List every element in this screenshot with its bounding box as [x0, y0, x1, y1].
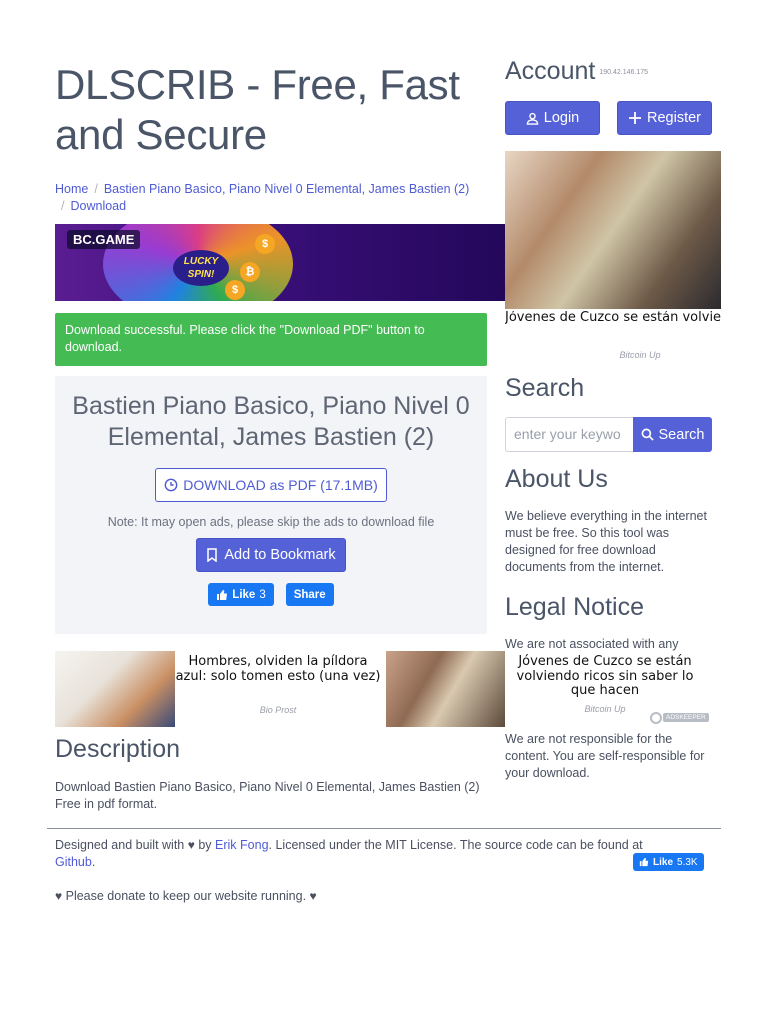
register-label: Register	[647, 110, 701, 126]
breadcrumb-current[interactable]: Download	[70, 199, 126, 213]
login-button[interactable]: Login	[505, 101, 600, 135]
footer-facebook-like-button[interactable]: Like 5.3K	[633, 853, 704, 871]
bcgame-banner-ad[interactable]: LUCKY SPIN! BC.GAME ₿ $ $	[55, 224, 505, 301]
description-text: Download Bastien Piano Basico, Piano Niv…	[55, 780, 480, 811]
account-heading: Account 190.42.146.175	[505, 57, 648, 86]
coin-icon: $	[225, 280, 245, 300]
download-success-alert: Download successful. Please click the "D…	[55, 313, 487, 366]
ad-source-left: Bio Prost	[259, 705, 297, 715]
search-heading: Search	[505, 374, 585, 402]
adskeeper-icon	[650, 711, 662, 724]
adskeeper-badge[interactable]: ADSKEEPER	[650, 711, 709, 724]
facebook-share-button[interactable]: Share	[285, 583, 334, 606]
footer-like-label: Like	[653, 856, 674, 868]
donate-message: ♥ Please donate to keep our website runn…	[55, 889, 317, 903]
login-label: Login	[543, 110, 580, 126]
breadcrumb-home-link[interactable]: Home	[55, 182, 88, 196]
side-ad-source: Bitcoin Up	[619, 350, 661, 360]
thumbs-up-icon	[639, 857, 649, 867]
ad-image-mid[interactable]	[386, 651, 505, 727]
social-buttons: Like 3 Share	[55, 583, 487, 606]
side-ad-image[interactable]	[505, 151, 721, 309]
breadcrumb-item-link[interactable]: Bastien Piano Basico, Piano Nivel 0 Elem…	[104, 182, 469, 196]
lucky-spin-badge: LUCKY SPIN!	[173, 250, 229, 286]
download-pdf-button[interactable]: DOWNLOAD as PDF (17.1MB)	[155, 468, 387, 502]
search-button[interactable]: Search	[633, 417, 712, 452]
legal-text-bottom: We are not responsible for the content. …	[505, 732, 705, 780]
footer-divider	[47, 828, 721, 829]
footer-license-text: . Licensed under the MIT License. The so…	[268, 838, 643, 852]
site-title: DLSCRIB - Free, Fast and Secure	[55, 61, 460, 158]
footer-designed-text: Designed and built with	[55, 838, 185, 852]
breadcrumb-separator: /	[94, 182, 98, 196]
facebook-like-button[interactable]: Like 3	[208, 583, 274, 606]
heart-icon: ♥	[187, 838, 195, 852]
bitcoin-coin-icon: ₿	[240, 262, 260, 282]
search-icon	[641, 428, 654, 441]
footer-by-text: by	[198, 838, 212, 852]
adskeeper-label: ADSKEEPER	[663, 713, 709, 722]
side-ad-headline[interactable]: Jóvenes de Cuzco se están volviendo rico…	[505, 311, 721, 341]
legal-text-top: We are not associated with any	[505, 637, 679, 651]
account-heading-text: Account	[505, 57, 596, 85]
thumbs-up-icon	[217, 589, 228, 600]
donate-text: Please donate to keep our website runnin…	[65, 889, 307, 903]
document-title: Bastien Piano Basico, Piano Nivel 0 Elem…	[72, 392, 470, 451]
sponsored-ads-row: Hombres, olviden la píldora azul: solo t…	[55, 651, 505, 727]
footer-like-count: 5.3K	[677, 856, 698, 868]
breadcrumb-separator: /	[61, 199, 65, 213]
bookmark-label: Add to Bookmark	[224, 547, 336, 563]
ads-note: Note: It may open ads, please skip the a…	[107, 515, 435, 529]
user-icon	[526, 112, 539, 125]
bookmark-icon	[207, 548, 218, 562]
github-link[interactable]: Github	[55, 855, 92, 869]
ip-address: 190.42.146.175	[599, 68, 649, 76]
mid-ad-headline[interactable]: Jóvenes de Cuzco se están volviendo rico…	[505, 654, 705, 699]
coin-icon: $	[255, 234, 275, 254]
plus-icon	[629, 112, 641, 124]
download-card: Bastien Piano Basico, Piano Nivel 0 Elem…	[55, 376, 487, 634]
footer-credits: Designed and built with ♥ by Erik Fong. …	[55, 838, 643, 869]
heart-icon: ♥	[309, 889, 317, 903]
bcgame-logo: BC.GAME	[67, 230, 141, 249]
clock-icon	[164, 478, 178, 492]
heart-icon: ♥	[55, 889, 63, 903]
legal-heading: Legal Notice	[505, 593, 644, 621]
search-button-label: Search	[658, 426, 705, 443]
register-button[interactable]: Register	[617, 101, 712, 135]
breadcrumb: Home / Bastien Piano Basico, Piano Nivel 0…	[55, 181, 495, 215]
add-bookmark-button[interactable]: Add to Bookmark	[196, 538, 346, 572]
description-heading: Description	[55, 735, 181, 763]
ad-image-left[interactable]	[55, 651, 175, 727]
author-link[interactable]: Erik Fong	[215, 838, 269, 852]
ad-headline-left[interactable]: Hombres, olviden la píldora azul: solo t…	[173, 654, 383, 684]
search-input[interactable]: enter your keywo	[505, 417, 633, 452]
about-text: We believe everything in the internet mu…	[505, 509, 707, 574]
like-count: 3	[259, 588, 266, 601]
about-heading: About Us	[505, 465, 608, 493]
download-pdf-label: DOWNLOAD as PDF (17.1MB)	[183, 477, 378, 493]
like-label: Like	[232, 588, 256, 601]
